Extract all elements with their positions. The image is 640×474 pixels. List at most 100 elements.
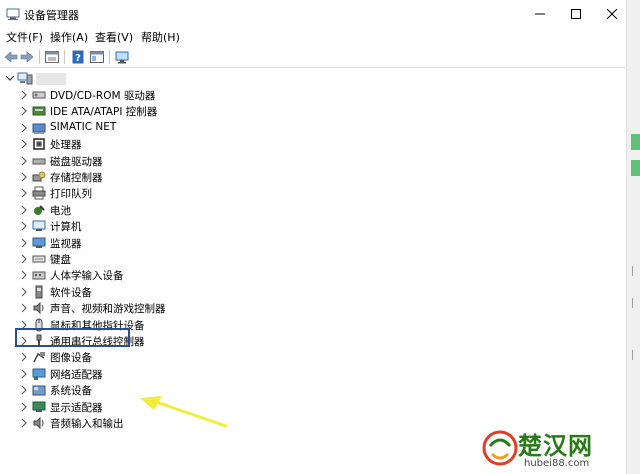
toolbar: ? — [0, 46, 626, 68]
tree-item[interactable]: 打印队列 — [0, 185, 360, 201]
tree-item[interactable]: 网络适配器 — [0, 366, 360, 382]
sound-icon — [33, 301, 44, 315]
network-adapter-icon — [32, 368, 46, 380]
properties-button[interactable] — [44, 49, 60, 65]
tree-item[interactable]: SIMATIC NET — [0, 120, 360, 136]
menu-file[interactable]: 文件(F) — [6, 29, 43, 45]
tree-item-label: 网络适配器 — [50, 368, 103, 381]
network-card-icon — [32, 123, 46, 134]
tree-item-label: 存储控制器 — [50, 172, 103, 184]
chevron-right-icon[interactable] — [20, 106, 28, 116]
computer-icon — [32, 220, 46, 232]
tree-item[interactable]: IDE ATA/ATAPI 控制器 — [0, 103, 360, 119]
tree-item[interactable]: 处理器 — [0, 136, 360, 152]
chevron-right-icon[interactable] — [20, 385, 28, 395]
view-icon — [90, 51, 104, 63]
minimize-button[interactable] — [520, 0, 560, 28]
chevron-right-icon[interactable] — [20, 172, 28, 182]
chevron-right-icon[interactable] — [20, 254, 28, 264]
tree-item[interactable]: 监视器 — [0, 235, 360, 251]
device-tree: DVD/CD-ROM 驱动器 IDE ATA/ATAPI 控制器 SIMATIC N… — [0, 69, 626, 474]
pointer-arrow — [140, 396, 228, 428]
tree-item-label: 显示适配器 — [50, 401, 103, 414]
menu-action[interactable]: 操作(A) — [50, 29, 88, 45]
chevron-right-icon[interactable] — [20, 303, 28, 313]
tree-item[interactable]: 存储控制器 — [0, 169, 360, 185]
menu-help[interactable]: 帮助(H) — [141, 29, 180, 45]
toolbar-separator — [109, 50, 110, 64]
tree-item-label: 键盘 — [50, 254, 71, 266]
tree-item[interactable]: 磁盘驱动器 — [0, 153, 360, 169]
minimize-icon — [535, 13, 545, 15]
forward-icon — [20, 51, 34, 63]
properties-icon — [45, 51, 59, 63]
chevron-right-icon[interactable] — [20, 123, 28, 133]
device-manager-icon — [6, 8, 20, 20]
disk-drive-icon — [32, 158, 46, 165]
menu-view[interactable]: 查看(V) — [95, 29, 133, 45]
tree-item-label: 系统设备 — [50, 385, 92, 398]
tree-item-label: 音频输入和输出 — [50, 418, 124, 430]
scan-button[interactable] — [114, 49, 130, 65]
camera-icon — [33, 352, 45, 363]
storage-controller-icon — [32, 171, 46, 182]
tree-item-label: 图像设备 — [50, 352, 92, 365]
toolbar-separator — [64, 50, 65, 64]
chevron-right-icon[interactable] — [20, 287, 28, 297]
software-device-icon — [35, 285, 43, 299]
forward-button[interactable] — [19, 49, 35, 65]
tree-item-label: 监视器 — [50, 237, 82, 250]
tree-item-label: 磁盘驱动器 — [50, 155, 103, 168]
tree-item-label: 人体学输入设备 — [50, 270, 124, 283]
scroll-mark — [632, 350, 638, 360]
chevron-right-icon[interactable] — [20, 90, 28, 100]
vertical-scrollbar[interactable] — [626, 0, 640, 474]
monitor-icon — [115, 51, 129, 63]
tree-item[interactable]: 计算机 — [0, 218, 360, 234]
chevron-right-icon[interactable] — [20, 238, 28, 248]
chevron-right-icon[interactable] — [20, 205, 28, 215]
help-icon: ? — [72, 50, 84, 64]
help-button[interactable]: ? — [70, 49, 86, 65]
chevron-right-icon[interactable] — [20, 352, 28, 362]
computer-icon — [17, 72, 33, 85]
view-button[interactable] — [89, 49, 105, 65]
chevron-right-icon[interactable] — [20, 139, 28, 149]
display-adapter-icon — [32, 401, 46, 412]
tree-item-label: 打印队列 — [50, 188, 92, 201]
tree-item[interactable]: 人体学输入设备 — [0, 267, 360, 283]
tree-item-label: 处理器 — [50, 139, 82, 152]
processor-icon — [33, 138, 45, 150]
scroll-mark — [632, 266, 638, 276]
monitor-icon — [32, 237, 46, 248]
tree-item[interactable]: 声音、视频和游戏控制器 — [0, 300, 360, 316]
tree-item[interactable]: DVD/CD-ROM 驱动器 — [0, 87, 360, 103]
scroll-mark — [632, 298, 638, 308]
menu-bar: 文件(F) 操作(A) 查看(V) 帮助(H) — [0, 28, 626, 46]
tree-item-label: DVD/CD-ROM 驱动器 — [50, 90, 156, 102]
tree-item[interactable]: 图像设备 — [0, 349, 360, 365]
tree-item[interactable]: 键盘 — [0, 251, 360, 267]
tree-item[interactable]: 电池 — [0, 202, 360, 218]
chevron-right-icon[interactable] — [20, 221, 28, 231]
chevron-right-icon[interactable] — [20, 369, 28, 379]
tree-item-label: SIMATIC NET — [50, 120, 117, 133]
dvd-drive-icon — [32, 91, 46, 99]
hid-icon — [32, 271, 46, 280]
tree-item[interactable]: 软件设备 — [0, 284, 360, 300]
chevron-right-icon[interactable] — [20, 270, 28, 280]
chevron-down-icon — [5, 75, 15, 81]
maximize-button[interactable] — [556, 0, 596, 28]
chevron-right-icon[interactable] — [20, 418, 28, 428]
keyboard-icon — [32, 255, 46, 263]
chevron-right-icon[interactable] — [20, 188, 28, 198]
svg-text:?: ? — [75, 53, 81, 64]
chevron-right-icon[interactable] — [20, 156, 28, 166]
printer-icon — [32, 186, 46, 200]
tree-item-label: IDE ATA/ATAPI 控制器 — [50, 106, 158, 119]
chevron-right-icon[interactable] — [20, 402, 28, 412]
close-icon — [607, 9, 617, 19]
window-title: 设备管理器 — [24, 9, 79, 22]
computer-name — [36, 73, 66, 85]
back-button[interactable] — [3, 49, 19, 65]
